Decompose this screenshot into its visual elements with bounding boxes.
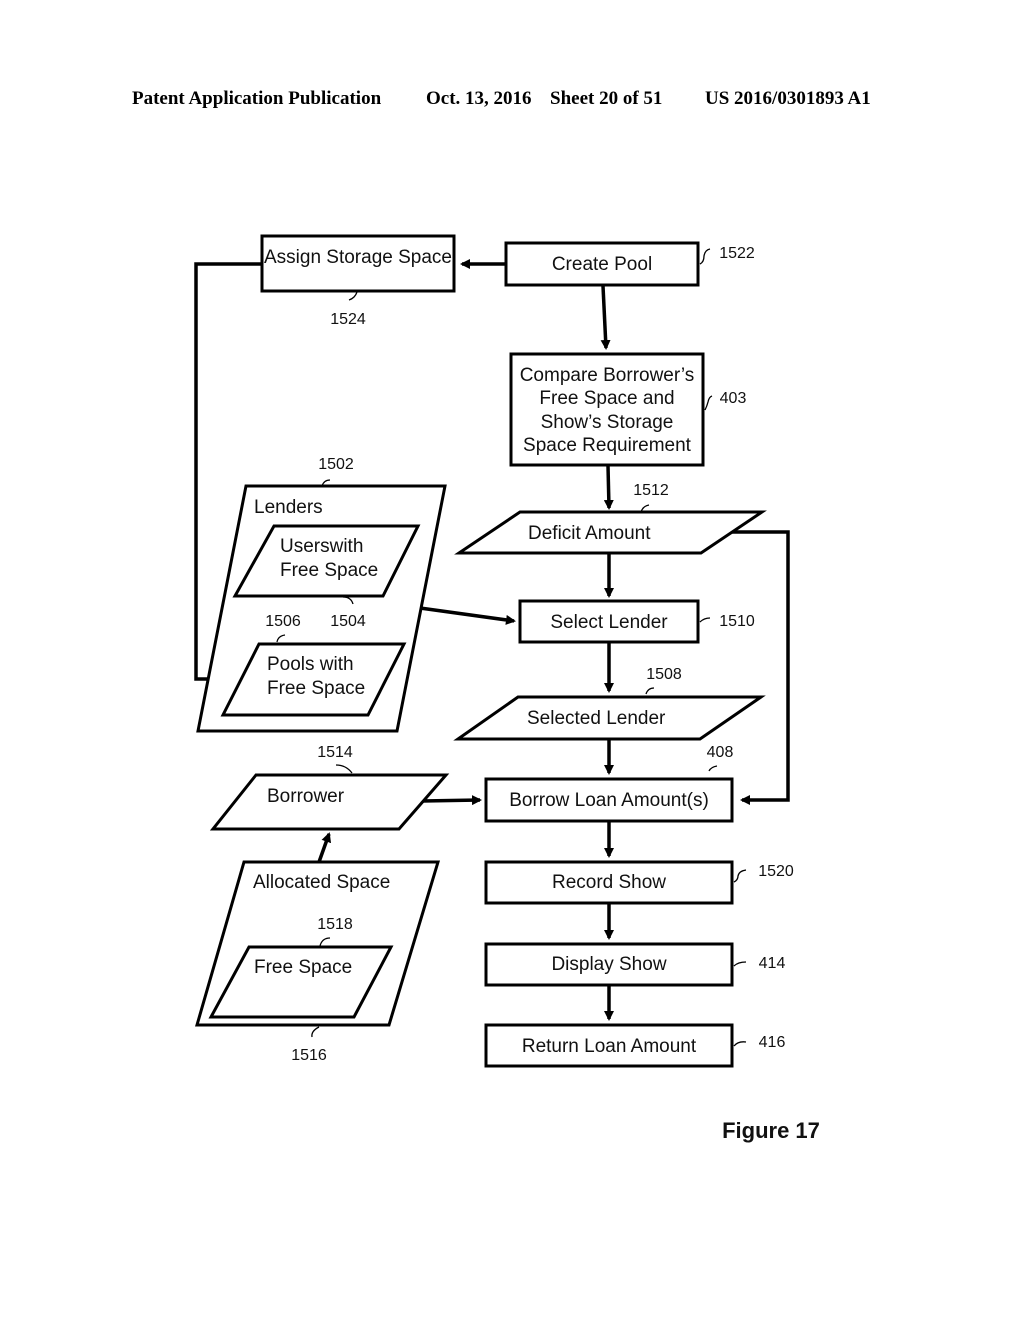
ref-416: 416 <box>759 1034 786 1051</box>
edge-allocated-to-borrower <box>317 832 332 863</box>
edge-lenders-to-select-lender <box>419 606 516 625</box>
ref-1522: 1522 <box>719 245 755 262</box>
users-free-label-line-1: Userswith <box>280 536 363 557</box>
return-loan-label: Return Loan Amount <box>522 1036 697 1057</box>
ref-1520: 1520 <box>758 863 794 880</box>
edge-create-pool-to-compare <box>600 285 611 350</box>
ref-1512: 1512 <box>633 482 669 499</box>
borrow-loan-label: Borrow Loan Amount(s) <box>509 790 709 811</box>
borrower-label: Borrower <box>267 786 345 807</box>
node-compare-free-space: Compare Borrower’s Free Space and Show’s… <box>509 352 747 467</box>
pools-free-label-line-2: Free Space <box>267 678 365 699</box>
ref-403: 403 <box>720 390 747 407</box>
flowchart: Assign Storage Space 1524 Create Pool 15… <box>194 234 820 1143</box>
free-space-label: Free Space <box>254 957 352 978</box>
ref-1510: 1510 <box>719 613 755 630</box>
compare-label-line-3: Show’s Storage <box>541 412 674 433</box>
compare-label-line-4: Space Requirement <box>523 435 692 456</box>
ref-1502: 1502 <box>318 456 354 473</box>
ref-1504: 1504 <box>330 613 366 630</box>
node-create-pool: Create Pool 1522 <box>504 241 755 287</box>
ref-414: 414 <box>759 955 786 972</box>
edge-deficit-to-borrow-loan <box>731 530 790 805</box>
allocated-label: Allocated Space <box>253 872 390 893</box>
record-show-label: Record Show <box>552 872 666 893</box>
ref-1508: 1508 <box>646 666 682 683</box>
edge-borrower-to-borrow-loan <box>421 795 482 806</box>
display-show-label: Display Show <box>551 954 666 975</box>
compare-label-line-2: Free Space and <box>539 388 674 409</box>
figure-label: Figure 17 <box>722 1118 820 1143</box>
node-return-loan-amount: Return Loan Amount 416 <box>484 1023 786 1068</box>
select-lender-label: Select Lender <box>550 612 668 633</box>
ref-1514: 1514 <box>317 744 353 761</box>
ref-1516: 1516 <box>291 1047 327 1064</box>
node-borrower: Borrower 1514 <box>209 744 450 831</box>
ref-1524: 1524 <box>330 311 366 328</box>
node-select-lender: Select Lender 1510 <box>518 599 755 644</box>
ref-1506: 1506 <box>265 613 301 630</box>
node-record-show: Record Show 1520 <box>484 860 794 905</box>
pools-free-label-line-1: Pools with <box>267 654 354 675</box>
users-free-label-line-2: Free Space <box>280 560 378 581</box>
edge-compare-to-deficit <box>603 465 614 510</box>
node-allocated-space: Allocated Space 1516 Free Space 1518 <box>195 860 441 1064</box>
compare-label-line-1: Compare Borrower’s <box>520 365 695 386</box>
node-lenders: Lenders 1502 Userswith Free Space 1504 P… <box>196 456 447 733</box>
assign-storage-label: Assign Storage Space <box>264 247 452 268</box>
ref-408: 408 <box>707 744 734 761</box>
ref-1518: 1518 <box>317 916 353 933</box>
node-display-show: Display Show 414 <box>484 942 786 987</box>
node-assign-storage-space: Assign Storage Space 1524 <box>260 234 456 328</box>
node-deficit-amount: Deficit Amount 1512 <box>454 482 767 555</box>
lenders-label: Lenders <box>254 497 323 518</box>
create-pool-label: Create Pool <box>552 254 652 275</box>
selected-lender-label: Selected Lender <box>527 708 666 729</box>
deficit-label: Deficit Amount <box>528 523 651 544</box>
